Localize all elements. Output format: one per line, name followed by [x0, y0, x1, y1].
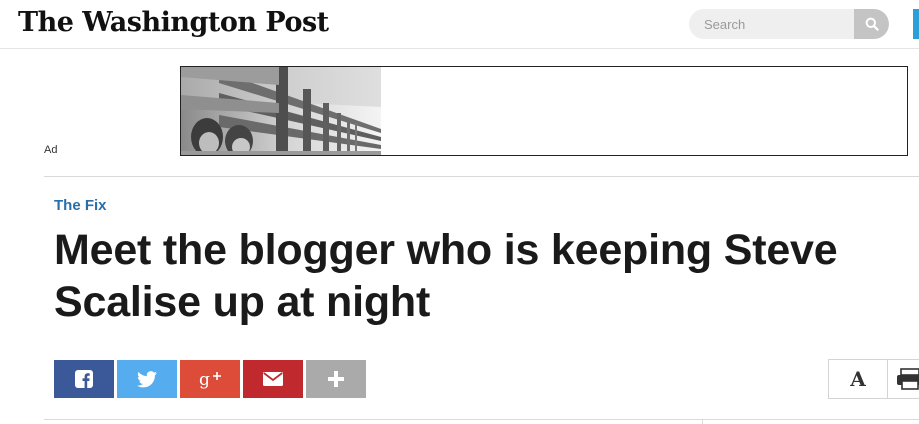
- google-plus-icon: g: [199, 370, 221, 389]
- ad-divider: [44, 176, 919, 177]
- print-icon[interactable]: [895, 367, 919, 391]
- menu-edge-tab[interactable]: [913, 9, 919, 39]
- facebook-share-button[interactable]: [54, 360, 114, 398]
- masthead: The Washington Post: [0, 0, 919, 49]
- twitter-icon: [137, 370, 157, 387]
- section-kicker[interactable]: The Fix: [54, 197, 107, 214]
- ad-image: [181, 67, 381, 155]
- content-divider: [44, 419, 919, 420]
- more-share-button[interactable]: [306, 360, 366, 398]
- search-button[interactable]: [854, 9, 889, 39]
- facebook-icon: [75, 370, 93, 388]
- column-divider: [702, 420, 703, 424]
- article-tools: A: [828, 359, 919, 399]
- search-input[interactable]: [689, 9, 853, 39]
- email-share-button[interactable]: [243, 360, 303, 398]
- ad-label: Ad: [44, 144, 58, 156]
- article-headline: Meet the blogger who is keeping Steve Sc…: [54, 226, 838, 326]
- google-plus-share-button[interactable]: g: [180, 360, 240, 398]
- plus-icon: [328, 371, 344, 387]
- twitter-share-button[interactable]: [117, 360, 177, 398]
- search-box: [689, 9, 889, 39]
- search-icon: [865, 17, 879, 31]
- svg-text:g: g: [199, 370, 210, 389]
- email-icon: [263, 372, 283, 386]
- font-size-button[interactable]: A: [829, 360, 888, 398]
- ad-banner[interactable]: [180, 66, 908, 156]
- site-logo[interactable]: The Washington Post: [18, 7, 329, 38]
